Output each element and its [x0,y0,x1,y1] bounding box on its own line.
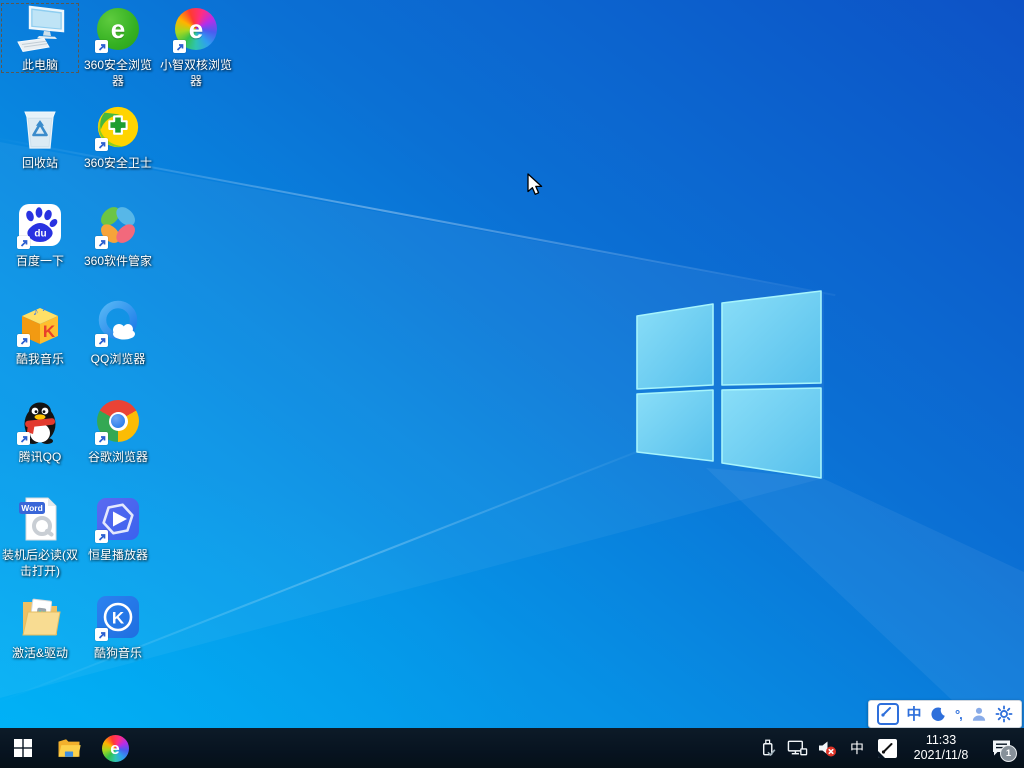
ime-chinese-mode-icon[interactable]: 中 [906,707,921,722]
svg-text:K: K [43,322,56,341]
desktop-icon-360-software-manager[interactable]: 360软件管家 [79,199,157,269]
ime-user-icon[interactable] [970,705,988,723]
desktop-icon-label: QQ浏览器 [90,352,146,366]
file-explorer-icon [58,739,81,757]
desktop-icon-label: 360安全卫士 [83,156,153,170]
shortcut-arrow-icon [173,40,186,53]
desktop-icon-label: 此电脑 [21,58,58,72]
network-ethernet-icon[interactable] [786,728,808,768]
desktop-icon-star-player[interactable]: 恒星播放器 [79,493,157,563]
shortcut-arrow-icon [17,334,30,347]
desktop-icon-qq-browser[interactable]: QQ浏览器 [79,297,157,367]
desktop-icon-label: 谷歌浏览器 [87,450,148,464]
shortcut-arrow-icon [95,530,108,543]
windows-logo [636,290,822,479]
notification-count-badge: 1 [1000,745,1017,762]
desktop-icon-this-pc[interactable]: 此电脑 [1,3,79,73]
shortcut-arrow-icon [95,628,108,641]
ime-toolbar: 中 °, [868,700,1022,728]
desktop-wallpaper[interactable]: 此电脑 e 360安全浏览器 e 小智双核浏览器 回收站 360安全卫士 du … [0,0,1024,768]
shortcut-arrow-icon [95,138,108,151]
shortcut-arrow-icon [17,236,30,249]
tray-time: 11:33 [925,733,957,747]
desktop-icon-kuwo-music[interactable]: K ♪ ♪ 酷我音乐 [1,297,79,367]
folder-icon [22,598,61,636]
desktop-icon-label: 360安全浏览器 [83,58,153,88]
desktop-icon-tencent-qq[interactable]: 腾讯QQ [1,395,79,465]
svg-text:Word: Word [21,503,43,513]
shortcut-arrow-icon [95,236,108,249]
desktop-icon-label: 百度一下 [15,254,64,268]
taskbar-browser-360-button[interactable]: e [92,728,138,768]
taskbar: e 中 11:33 2021/11/8 1 [0,728,1024,768]
shortcut-arrow-icon [95,432,108,445]
desktop-icon-label: 装机后必读(双击打开) [2,548,78,578]
browser-360-icon: e [101,734,129,762]
word-document-icon: Word [19,497,57,541]
desktop-icon-label: 酷狗音乐 [93,646,142,660]
desktop-icon-recycle-bin[interactable]: 回收站 [1,101,79,171]
svg-text:♪: ♪ [33,306,39,318]
desktop-icon-label: 360软件管家 [83,254,153,268]
desktop-icon-driver-folder[interactable]: 激活&驱动 [1,591,79,661]
ime-logo-icon[interactable] [876,703,899,725]
desktop-icon-label: 恒星播放器 [87,548,148,562]
desktop-icon-label: 回收站 [21,156,58,170]
desktop-icon-label: 酷我音乐 [15,352,64,366]
tray-language-indicator[interactable]: 中 [846,728,868,768]
taskbar-file-explorer-button[interactable] [46,728,92,768]
usb-device-icon[interactable] [756,728,778,768]
desktop-icon-label: 小智双核浏览器 [159,58,232,88]
svg-text:♪: ♪ [42,303,46,313]
system-tray: 中 11:33 2021/11/8 1 [756,728,1024,768]
desktop-icon-360-secure-browser[interactable]: e 360安全浏览器 [79,3,157,89]
desktop-icon-google-chrome[interactable]: 谷歌浏览器 [79,395,157,465]
ime-fullwidth-moon-icon[interactable] [929,705,947,723]
desktop-icon-kugou-music[interactable]: K 酷狗音乐 [79,591,157,661]
start-button[interactable] [0,728,46,768]
shortcut-arrow-icon [95,40,108,53]
mouse-cursor [527,173,543,195]
ime-settings-gear-icon[interactable] [995,705,1013,723]
tray-date: 2021/11/8 [913,748,969,762]
desktop-icon-readme-doc[interactable]: Word 装机后必读(双击打开) [1,493,79,579]
recycle-bin-icon [24,111,56,149]
tray-clock[interactable]: 11:33 2021/11/8 [906,733,976,763]
desktop-icon-360-safeguard[interactable]: 360安全卫士 [79,101,157,171]
desktop-icon-xiaozhi-browser[interactable]: e 小智双核浏览器 [157,3,235,89]
desktop-icon-label: 腾讯QQ [18,450,62,464]
action-center-button[interactable]: 1 [984,728,1018,768]
volume-muted-icon[interactable] [816,728,838,768]
this-pc-icon [17,5,65,53]
ime-tray-icon[interactable] [876,728,898,768]
windows-start-icon [14,739,32,757]
shortcut-arrow-icon [95,334,108,347]
wallpaper-light-beam [0,446,649,704]
svg-text:K: K [112,609,125,628]
desktop-icon-baidu[interactable]: du 百度一下 [1,199,79,269]
desktop-icon-label: 激活&驱动 [11,646,68,660]
svg-text:du: du [34,229,46,240]
ime-punctuation-icon[interactable]: °, [955,708,963,721]
shortcut-arrow-icon [17,432,30,445]
